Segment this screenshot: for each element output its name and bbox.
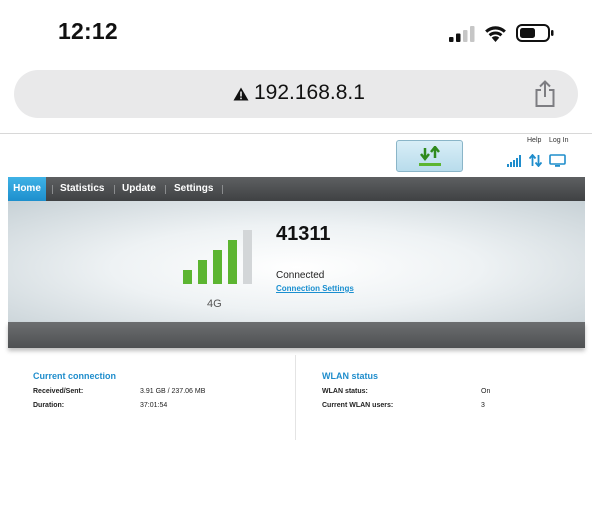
data-transfer-button[interactable] (396, 140, 463, 172)
received-sent-label: Received/Sent: (33, 388, 84, 395)
wlan-users-value: 3 (481, 402, 485, 409)
data-transfer-icon (419, 146, 441, 166)
network-type: 4G (207, 298, 222, 310)
main-nav: Home Statistics Update Settings (8, 177, 585, 201)
signal-bar (228, 240, 237, 284)
signal-bar (243, 230, 252, 284)
wlan-status-title: WLAN status (322, 371, 378, 381)
wifi-icon (485, 26, 506, 42)
duration-value: 37:01:54 (140, 402, 168, 409)
received-sent-value: 3.91 GB / 237.06 MB (140, 388, 206, 395)
login-link[interactable]: Log In (549, 137, 568, 144)
status-time: 12:12 (58, 18, 118, 44)
up-down-arrows-icon (529, 154, 542, 167)
tab-statistics[interactable]: Statistics (60, 177, 104, 201)
battery-icon (516, 24, 554, 42)
address-bar[interactable]: 192.168.8.1 (14, 70, 578, 118)
section-divider (295, 355, 296, 440)
signal-bar (183, 270, 192, 284)
signal-bar (198, 260, 207, 284)
phone-screen: 12:12 192.168.8.1 Help Log In Home Stati… (0, 0, 592, 516)
signal-bars-icon (183, 230, 252, 284)
current-connection-title: Current connection (33, 371, 117, 381)
warning-triangle-icon (233, 87, 249, 101)
nav-separator (52, 185, 53, 194)
connection-status: Connected (276, 270, 325, 281)
monitor-icon (549, 154, 566, 167)
wlan-status-label: WLAN status: (322, 388, 368, 395)
tab-settings[interactable]: Settings (174, 177, 213, 201)
nav-separator (222, 185, 223, 194)
connection-settings-link[interactable]: Connection Settings (276, 284, 354, 293)
status-bar: 12:12 (0, 0, 592, 66)
connection-panel (8, 201, 585, 322)
tab-home[interactable]: Home (8, 177, 46, 201)
operator-name: 41311 (276, 223, 331, 245)
signal-bar (213, 250, 222, 284)
wlan-status-value: On (481, 388, 491, 395)
router-header (0, 134, 592, 176)
cellular-signal-icon (449, 26, 475, 42)
panel-footer-band (8, 322, 585, 348)
duration-label: Duration: (33, 402, 65, 409)
nav-separator (165, 185, 166, 194)
nav-separator (114, 185, 115, 194)
share-icon[interactable] (534, 80, 556, 108)
tab-update[interactable]: Update (122, 177, 156, 201)
url-text[interactable]: 192.168.8.1 (254, 81, 365, 105)
help-link[interactable]: Help (527, 137, 541, 144)
signal-strength-icon (507, 155, 521, 167)
wlan-users-label: Current WLAN users: (322, 402, 394, 409)
